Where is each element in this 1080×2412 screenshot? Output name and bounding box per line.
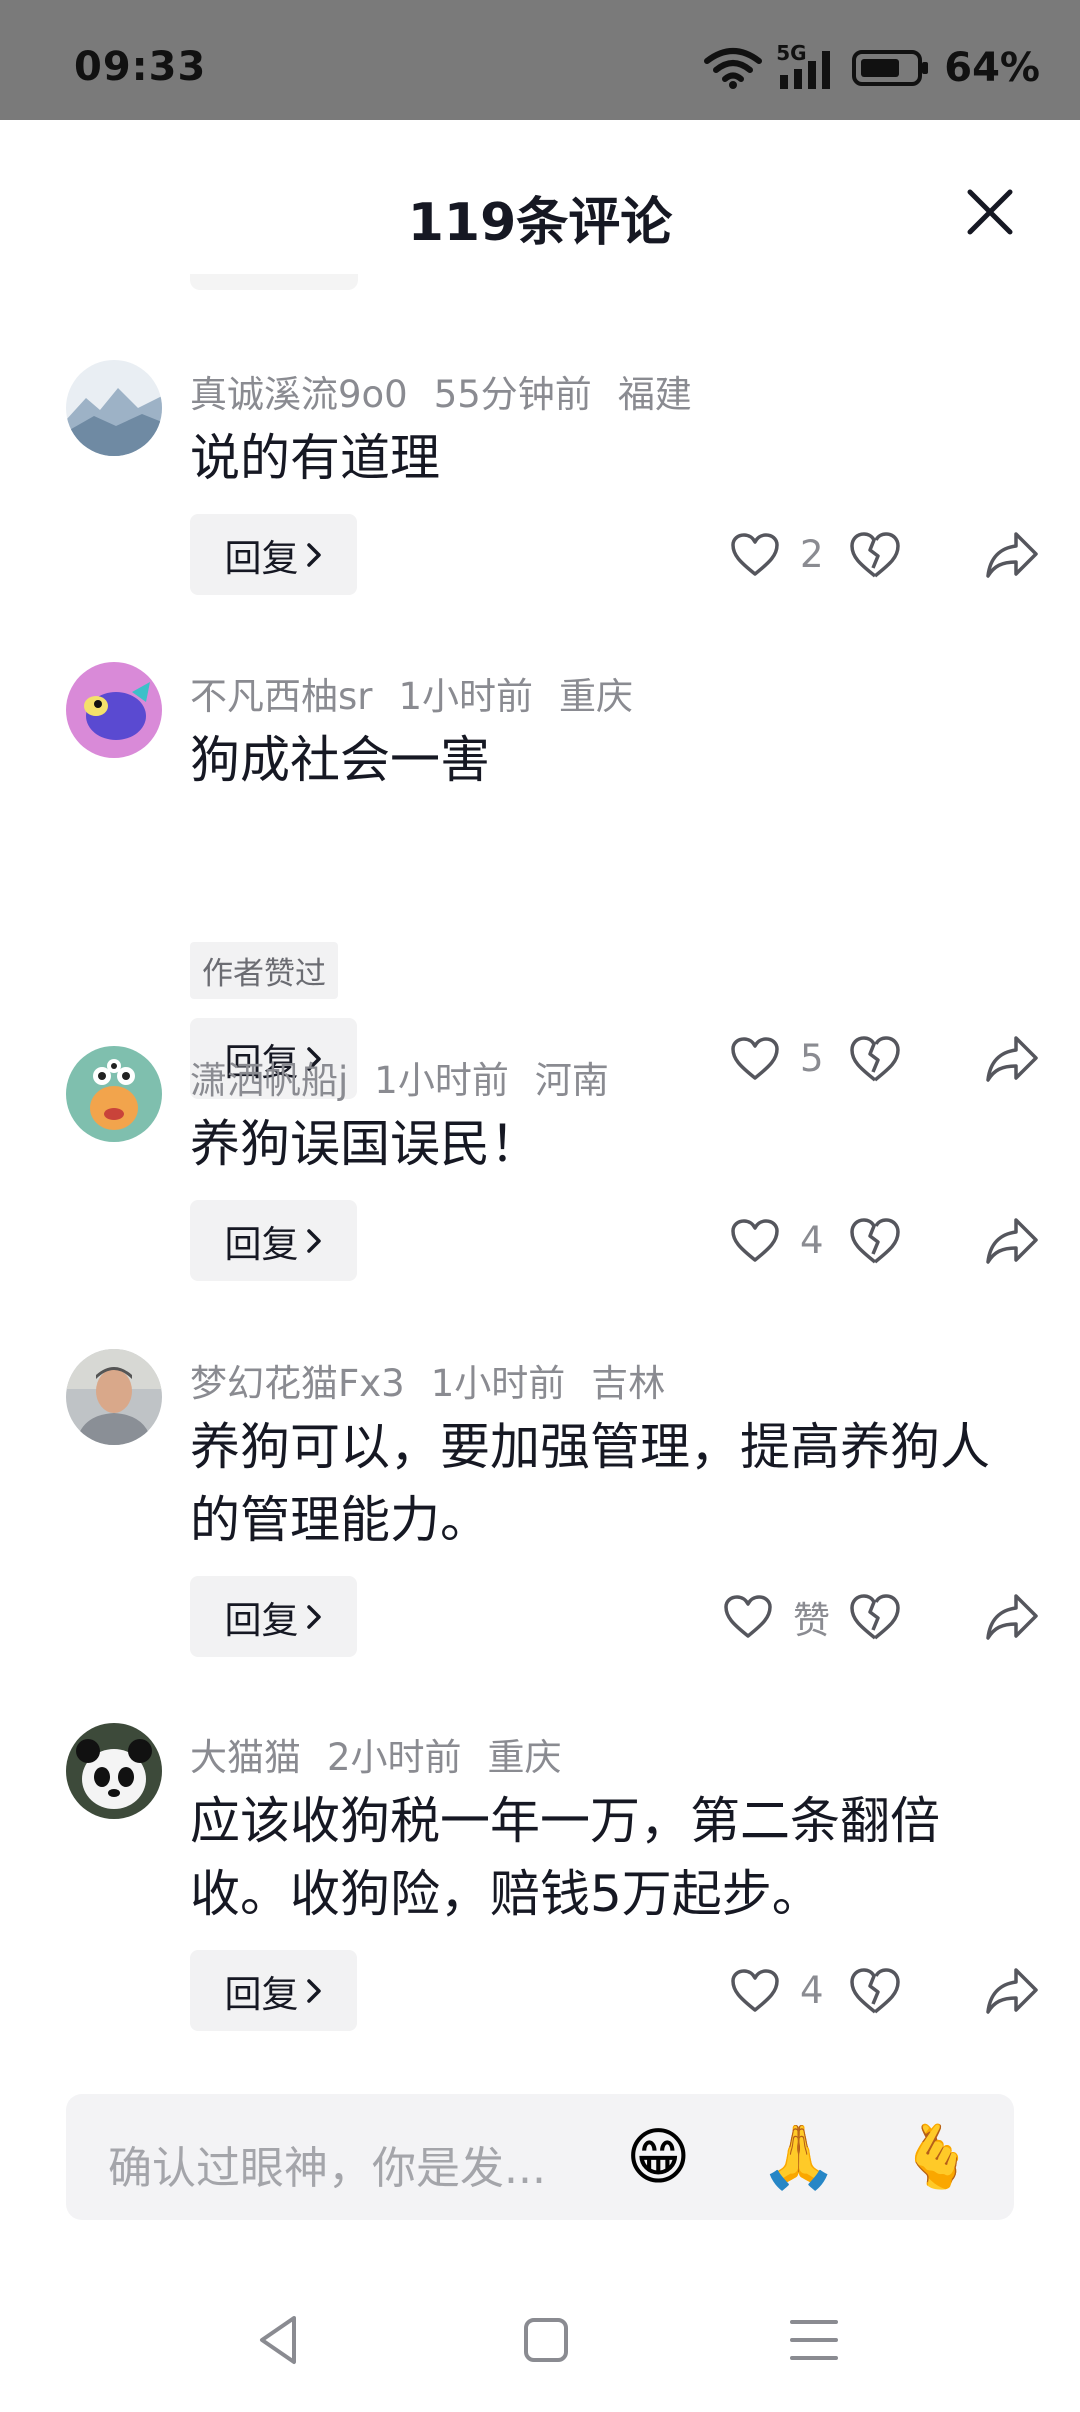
like-button[interactable]: 5 <box>730 1018 830 1099</box>
comment-meta: 不凡西柚sr 1小时前 重庆 <box>190 666 659 720</box>
heart-icon <box>731 1968 779 2012</box>
heart-icon <box>731 532 779 576</box>
avatar[interactable] <box>66 1723 162 1819</box>
reply-label: 回复 <box>224 536 299 580</box>
comment-actions: 赞 <box>620 1576 1080 1657</box>
avatar[interactable] <box>66 1349 162 1445</box>
system-nav-bar <box>0 2280 1080 2412</box>
chevron-right-icon <box>306 542 321 567</box>
avatar[interactable] <box>66 360 162 456</box>
reply-button[interactable]: 回复 <box>190 1950 357 2031</box>
back-icon[interactable] <box>250 2310 310 2370</box>
comment-meta: 大猫猫 2小时前 重庆 <box>190 1727 588 1781</box>
like-count: 4 <box>800 1969 824 2012</box>
reply-label: 回复 <box>224 1222 299 1266</box>
dislike-icon[interactable] <box>848 1214 902 1268</box>
comment-text: 养狗误国误民！ <box>190 1115 540 1173</box>
comment-location: 重庆 <box>559 675 634 718</box>
comment-username[interactable]: 不凡西柚sr <box>190 675 373 718</box>
share-icon[interactable] <box>984 528 1040 582</box>
reply-button[interactable]: 回复 <box>190 514 357 595</box>
comment-time: 1小时前 <box>430 1362 566 1405</box>
comment-text: 应该收狗税一年一万，第二条翻倍收。收狗险，赔钱5万起步。 <box>190 1792 940 1923</box>
comment-actions: 4 <box>620 1200 1080 1281</box>
comment-actions: 5 <box>620 1018 1080 1099</box>
dislike-icon[interactable] <box>848 1032 902 1086</box>
comment-time: 55分钟前 <box>433 373 592 416</box>
comment-text: 狗成社会一害 <box>190 731 490 789</box>
battery-percent: 64% <box>944 45 1040 91</box>
like-button[interactable]: 赞 <box>723 1576 830 1657</box>
share-icon[interactable] <box>984 1590 1040 1644</box>
reply-button[interactable]: 回复 <box>190 1200 357 1281</box>
share-icon[interactable] <box>984 1214 1040 1268</box>
dislike-icon[interactable] <box>848 1590 902 1644</box>
like-count: 赞 <box>793 1598 830 1642</box>
reply-label: 回复 <box>224 1598 299 1642</box>
chevron-right-icon <box>306 1978 321 2003</box>
comment-time: 1小时前 <box>374 1059 509 1102</box>
like-button[interactable]: 2 <box>730 514 830 595</box>
avatar[interactable] <box>66 662 162 758</box>
comment-username[interactable]: 梦幻花猫Fx3 <box>190 1362 405 1405</box>
chevron-right-icon <box>306 1228 321 1253</box>
menu-icon[interactable] <box>784 2310 844 2370</box>
heart-icon <box>731 1218 779 1262</box>
like-count: 5 <box>800 1037 824 1080</box>
comment-actions: 2 <box>620 514 1080 595</box>
heart-icon <box>724 1594 772 1638</box>
comment-actions: 4 <box>620 1950 1080 2031</box>
comment-location: 重庆 <box>487 1736 562 1779</box>
status-bar: 09:33 5G 64% <box>0 0 1080 120</box>
praying-hands-emoji-button[interactable]: 🙏 <box>760 2122 837 2192</box>
like-count: 4 <box>800 1219 824 1262</box>
heart-icon <box>731 1036 779 1080</box>
comment-time: 2小时前 <box>327 1736 462 1779</box>
comment-location: 吉林 <box>591 1362 666 1405</box>
share-icon[interactable] <box>984 1964 1040 2018</box>
comments-count-title: 119条评论 <box>407 193 673 253</box>
author-liked-badge: 作者赞过 <box>190 942 338 999</box>
dislike-icon[interactable] <box>848 1964 902 2018</box>
status-icons: 5G 64% <box>704 41 1040 92</box>
like-button[interactable]: 4 <box>730 1950 830 2031</box>
comment-text: 养狗可以，要加强管理，提高养狗人的管理能力。 <box>190 1418 990 1549</box>
comment-time: 1小时前 <box>398 675 534 718</box>
comment-meta: 潇洒帆船j 1小时前 河南 <box>190 1050 635 1104</box>
share-icon[interactable] <box>984 1032 1040 1086</box>
comment-username[interactable]: 潇洒帆船j <box>190 1059 348 1102</box>
wifi-icon <box>704 48 763 89</box>
battery-icon <box>852 50 929 86</box>
comment-username[interactable]: 大猫猫 <box>190 1736 301 1779</box>
comment-username[interactable]: 真诚溪流9o0 <box>190 373 408 416</box>
previous-reply-button-peek <box>190 274 358 290</box>
chevron-right-icon <box>306 1604 321 1629</box>
reply-label: 回复 <box>224 1972 299 2016</box>
like-button[interactable]: 4 <box>730 1200 830 1281</box>
like-count: 2 <box>800 533 824 576</box>
comment-location: 福建 <box>617 373 692 416</box>
comment-text: 说的有道理 <box>190 429 440 487</box>
close-icon[interactable] <box>964 186 1016 238</box>
dislike-icon[interactable] <box>848 528 902 582</box>
grinning-emoji-button[interactable]: 😁 <box>626 2122 691 2192</box>
comment-input-placeholder: 确认过眼神，你是发... <box>108 2143 546 2194</box>
comments-sheet: 119条评论 真诚溪流9o0 55分钟前 福建 说的有道理 回复 2 不凡西柚s… <box>0 120 1080 2412</box>
reply-button[interactable]: 回复 <box>190 1576 357 1657</box>
finger-heart-emoji-button[interactable]: 🫰 <box>898 2122 975 2192</box>
status-time: 09:33 <box>74 44 207 90</box>
home-icon[interactable] <box>516 2310 576 2370</box>
comment-meta: 真诚溪流9o0 55分钟前 福建 <box>190 364 718 418</box>
comment-meta: 梦幻花猫Fx3 1小时前 吉林 <box>190 1353 691 1407</box>
cellular-icon: 5G <box>776 41 838 91</box>
comment-input-bar[interactable]: 确认过眼神，你是发... 😁 🙏 🫰 <box>66 2094 1014 2220</box>
comment-location: 河南 <box>534 1059 609 1102</box>
avatar[interactable] <box>66 1046 162 1142</box>
